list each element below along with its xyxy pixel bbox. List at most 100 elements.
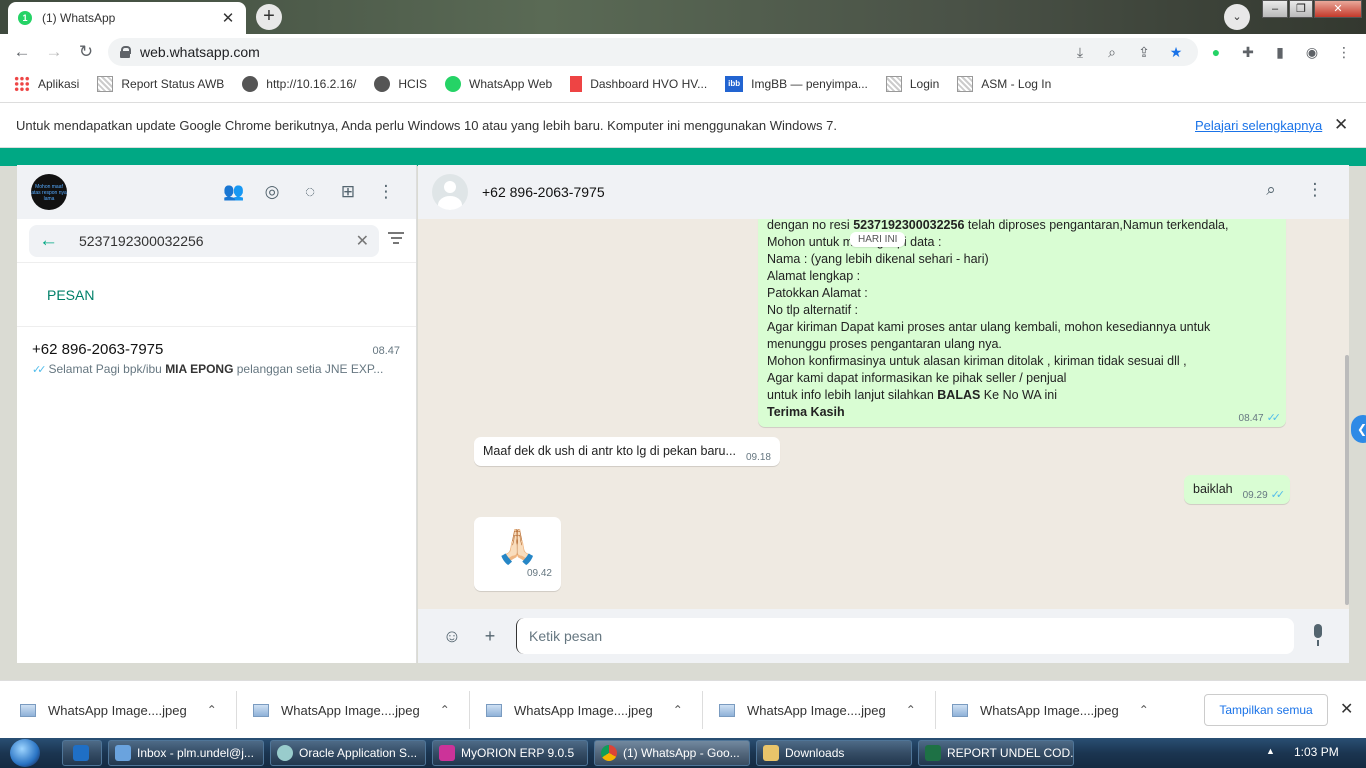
chevron-up-icon[interactable]: ⌃: [207, 703, 217, 717]
tab-whatsapp[interactable]: 1 (1) WhatsApp ✕: [8, 2, 246, 34]
back-arrow-icon[interactable]: ←: [6, 36, 38, 68]
tab-close-icon[interactable]: ✕: [220, 9, 236, 27]
conversation-panel: +62 896-2063-7975 ⌕ ⋮ dengan no resi 523…: [418, 165, 1349, 663]
chevron-up-icon[interactable]: ⌃: [906, 703, 916, 717]
result-time: 08.47: [372, 345, 400, 357]
new-chat-icon[interactable]: ⊞: [336, 180, 360, 204]
bookmark-ip[interactable]: http://10.16.2.16/: [242, 76, 356, 92]
minimize-button[interactable]: –: [1262, 0, 1288, 18]
download-item[interactable]: WhatsApp Image....jpeg ⌃: [486, 698, 683, 722]
apps-grid-icon: [14, 76, 30, 92]
taskbar-item-chrome[interactable]: (1) WhatsApp - Goo...: [594, 740, 750, 766]
oracle-icon: [277, 745, 293, 761]
search-input[interactable]: ← 5237192300032256 ✕: [29, 224, 379, 257]
chat-list-panel: Mohon maaf atas respon nya lama 👥 ◎ ◌ ⊞ …: [17, 165, 417, 663]
reload-icon[interactable]: ↻: [70, 36, 102, 68]
download-item[interactable]: WhatsApp Image....jpeg ⌃: [952, 698, 1149, 722]
tray-expand-icon[interactable]: ▲: [1266, 746, 1275, 756]
section-label: PESAN: [17, 263, 416, 327]
extension-float-chevron-icon[interactable]: ❮: [1351, 415, 1366, 443]
chevron-up-icon[interactable]: ⌃: [673, 703, 683, 717]
conversation-header[interactable]: +62 896-2063-7975 ⌕ ⋮: [418, 165, 1349, 219]
update-infobar: Untuk mendapatkan update Google Chrome b…: [0, 102, 1366, 148]
download-item[interactable]: WhatsApp Image....jpeg ⌃: [719, 698, 916, 722]
contact-name[interactable]: +62 896-2063-7975: [482, 184, 605, 200]
contact-avatar[interactable]: [432, 174, 468, 210]
bookmark-imgbb[interactable]: ibb ImgBB — penyimpa...: [725, 76, 868, 92]
taskbar-item-downloads[interactable]: Downloads: [756, 740, 912, 766]
side-panel-icon[interactable]: ▮: [1271, 44, 1289, 61]
lock-icon: [120, 46, 131, 58]
tab-search-chevron-icon[interactable]: ⌄: [1224, 4, 1250, 30]
bookmark-star-icon[interactable]: ★: [1167, 44, 1185, 61]
outlook-pinned[interactable]: [62, 740, 102, 766]
image-file-icon: [719, 703, 735, 717]
omnibox[interactable]: web.whatsapp.com: [108, 38, 1198, 66]
menu-icon[interactable]: ⋮: [374, 180, 398, 204]
back-arrow-icon[interactable]: ←: [39, 230, 69, 252]
avatar[interactable]: Mohon maaf atas respon nya lama: [31, 174, 67, 210]
message-outgoing[interactable]: baiklah 09.29 ✓✓: [1184, 475, 1291, 504]
downloads-close-icon[interactable]: ✕: [1340, 699, 1353, 719]
excel-icon: [925, 745, 941, 761]
message-incoming-emoji[interactable]: 🙏🏻 09.42: [474, 517, 561, 591]
tab-title: (1) WhatsApp: [42, 11, 116, 25]
whatsapp-extension-icon[interactable]: ●: [1207, 44, 1225, 60]
window-close-button[interactable]: ✕: [1314, 0, 1362, 18]
bookmark-whatsapp-web[interactable]: WhatsApp Web: [445, 76, 552, 92]
emoji-icon[interactable]: ☺: [440, 626, 464, 647]
communities-icon[interactable]: 👥: [222, 180, 246, 204]
new-tab-button[interactable]: +: [256, 4, 282, 30]
image-file-icon: [253, 703, 269, 717]
double-check-icon: ✓✓: [1270, 489, 1286, 501]
microphone-icon[interactable]: [1311, 624, 1325, 648]
zoom-icon[interactable]: ⌕: [1103, 44, 1121, 61]
chevron-up-icon[interactable]: ⌃: [1139, 703, 1149, 717]
taskbar-item-inbox[interactable]: Inbox - plm.undel@j...: [108, 740, 264, 766]
message-outgoing[interactable]: dengan no resi 5237192300032256 telah di…: [758, 219, 1286, 427]
chevron-up-icon[interactable]: ⌃: [440, 703, 450, 717]
image-file-icon: [20, 703, 36, 717]
bookmark-hcis[interactable]: HCIS: [374, 76, 427, 92]
bookmark-login[interactable]: Login: [885, 76, 939, 92]
start-button[interactable]: [4, 738, 46, 768]
message-input[interactable]: Ketik pesan: [516, 618, 1294, 654]
message-time: 09.29 ✓✓: [1242, 489, 1286, 501]
share-icon[interactable]: ⇪: [1135, 44, 1153, 61]
outlook-icon: [73, 745, 89, 761]
attach-plus-icon[interactable]: +: [478, 626, 502, 647]
download-item[interactable]: WhatsApp Image....jpeg ⌃: [253, 698, 450, 722]
bookmark-asm-login[interactable]: ASM - Log In: [957, 76, 1051, 92]
taskbar-item-myorion[interactable]: MyORION ERP 9.0.5: [432, 740, 588, 766]
bookmark-dashboard-hvo[interactable]: Dashboard HVO HV...: [570, 76, 707, 92]
infobar-close-icon[interactable]: ✕: [1334, 115, 1348, 135]
learn-more-link[interactable]: Pelajari selengkapnya: [1195, 118, 1322, 133]
clock[interactable]: 1:03 PM: [1294, 745, 1339, 759]
menu-icon[interactable]: ⋮: [1303, 180, 1327, 200]
taskbar-item-oracle[interactable]: Oracle Application S...: [270, 740, 426, 766]
extensions-puzzle-icon[interactable]: ✚: [1239, 44, 1257, 61]
channels-icon[interactable]: ◌: [298, 180, 322, 204]
chrome-icon: [601, 745, 617, 761]
windows-taskbar: Inbox - plm.undel@j... Oracle Applicatio…: [0, 738, 1366, 768]
chrome-menu-icon[interactable]: ⋮: [1335, 44, 1353, 61]
bookmark-apps[interactable]: Aplikasi: [14, 76, 79, 92]
conversation-scrollbar[interactable]: [1345, 355, 1349, 605]
maximize-button[interactable]: ❐: [1289, 0, 1313, 18]
forward-arrow-icon[interactable]: →: [38, 36, 70, 68]
profile-avatar-icon[interactable]: ◉: [1303, 44, 1321, 61]
search-icon[interactable]: ⌕: [1259, 180, 1283, 200]
image-file-icon: [486, 703, 502, 717]
status-icon[interactable]: ◎: [260, 180, 284, 204]
message-incoming[interactable]: Maaf dek dk ush di antr kto lg di pekan …: [474, 437, 780, 466]
infobar-message: Untuk mendapatkan update Google Chrome b…: [16, 117, 837, 133]
show-all-button[interactable]: Tampilkan semua: [1204, 694, 1328, 726]
filter-icon[interactable]: [388, 232, 404, 246]
result-snippet: ✓✓ Selamat Pagi bpk/ibu MIA EPONG pelangg…: [32, 362, 384, 376]
install-icon[interactable]: ⤓: [1071, 44, 1089, 61]
bookmark-report-status-awb[interactable]: Report Status AWB: [97, 76, 224, 92]
list-item[interactable]: +62 896-2063-7975 08.47 ✓✓ Selamat Pagi b…: [17, 327, 416, 389]
clear-search-icon[interactable]: ✕: [356, 231, 369, 251]
download-item[interactable]: WhatsApp Image....jpeg ⌃: [20, 698, 217, 722]
taskbar-item-excel[interactable]: REPORT UNDEL COD...: [918, 740, 1074, 766]
